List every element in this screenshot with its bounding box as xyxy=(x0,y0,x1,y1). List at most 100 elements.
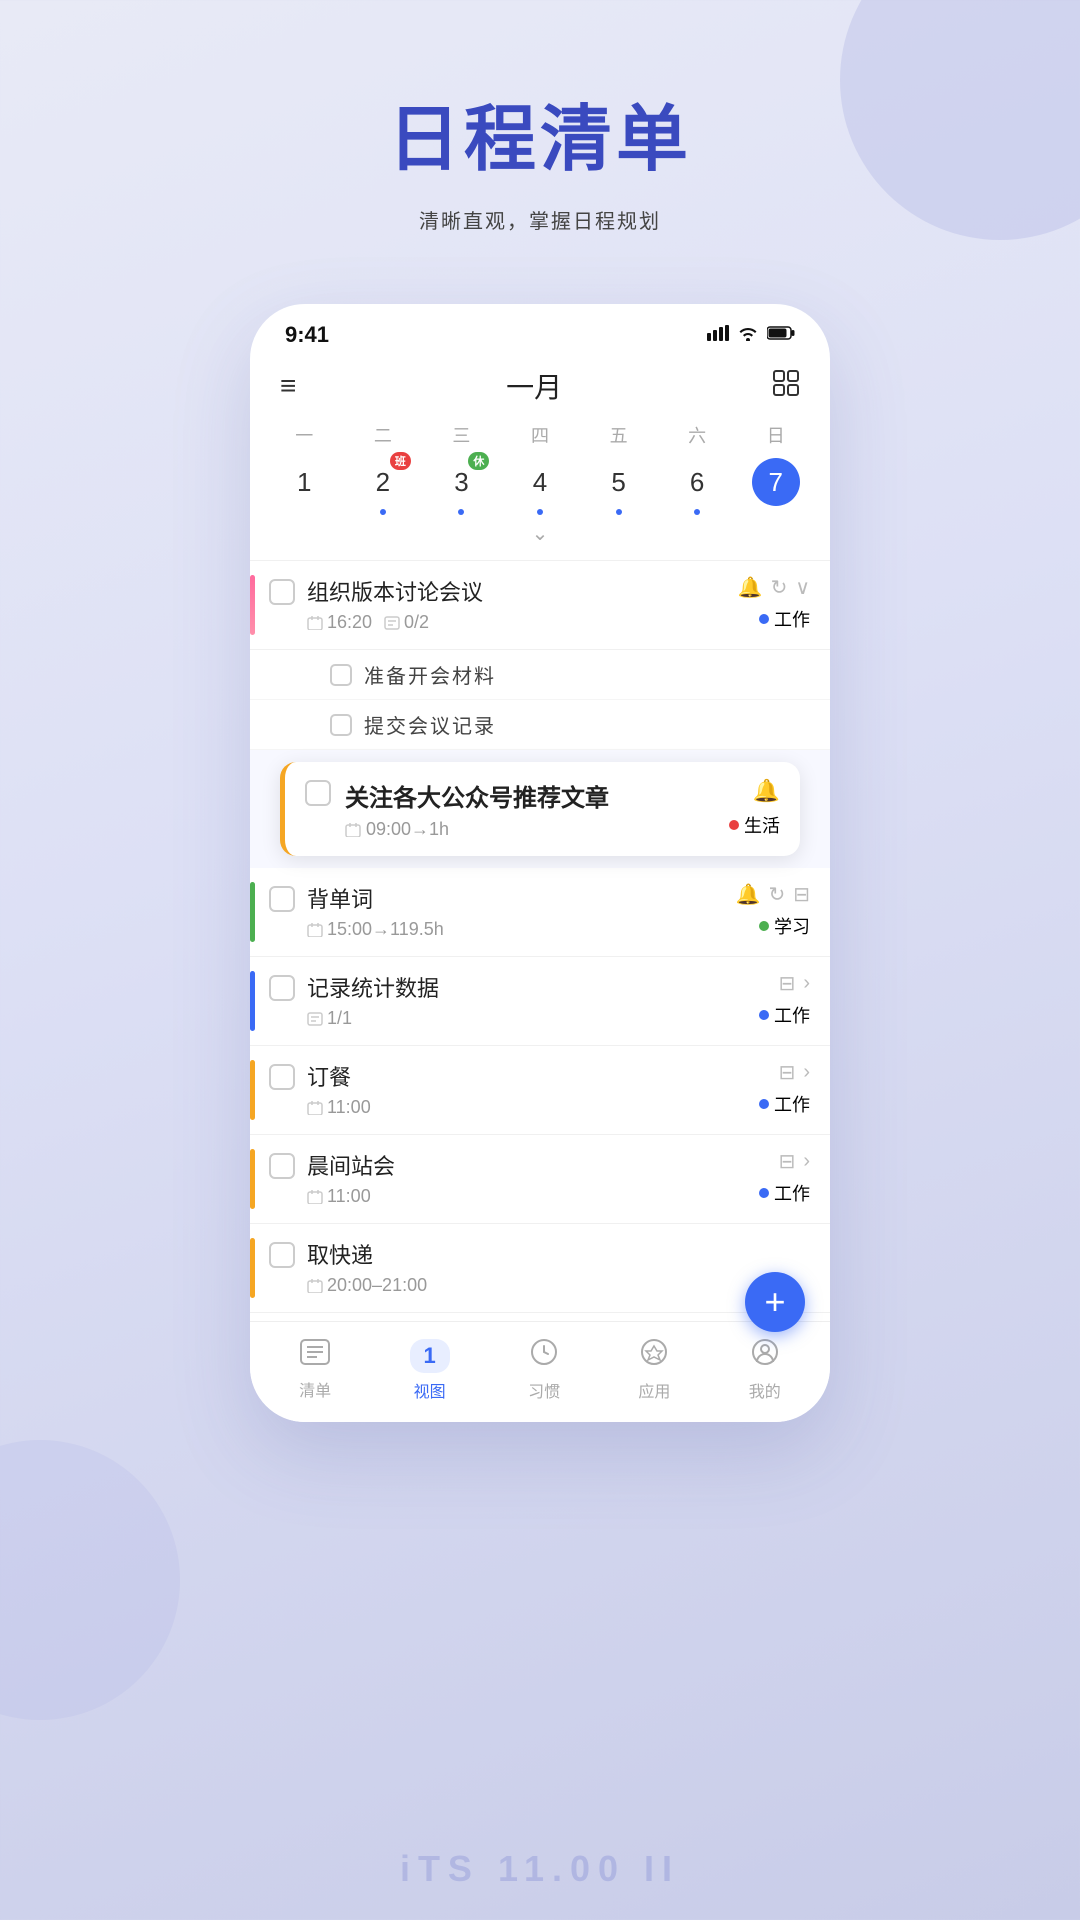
task-bar-6 xyxy=(250,1149,255,1209)
task-checkbox-7[interactable] xyxy=(269,1242,295,1268)
tab-app-label: 应用 xyxy=(638,1378,670,1402)
tab-app-icon xyxy=(640,1338,668,1373)
date-5[interactable]: 5 xyxy=(579,458,658,515)
highlight-card-wrapper: 关注各大公众号推荐文章 09:00→1h 🔔 生活 xyxy=(250,750,830,868)
tag-dot-3 xyxy=(759,921,769,931)
week-day-wed: 三 xyxy=(422,418,501,452)
nav-month: 一月 xyxy=(506,366,562,406)
task-time-5: 11:00 xyxy=(307,1097,371,1118)
sub-task-title-1-1: 准备开会材料 xyxy=(364,660,496,689)
task-grid-icon-5[interactable]: ⊟ xyxy=(779,1060,796,1085)
task-content-4: 记录统计数据 1/1 xyxy=(307,971,720,1029)
task-right-6: ⊟ › 工作 xyxy=(720,1149,810,1206)
highlight-checkbox[interactable] xyxy=(305,780,331,806)
task-meta-1: 16:20 0/2 xyxy=(307,612,720,633)
task-item-7[interactable]: 取快递 20:00–21:00 xyxy=(250,1224,830,1313)
fab-button[interactable]: + xyxy=(745,1272,805,1332)
tab-view[interactable]: 1 视图 xyxy=(410,1339,450,1402)
date-4[interactable]: 4 xyxy=(501,458,580,515)
week-header: 一 二 三 四 五 六 日 xyxy=(250,418,830,452)
task-time-7: 20:00–21:00 xyxy=(307,1275,427,1296)
task-title-6: 晨间站会 xyxy=(307,1149,720,1181)
task-checkbox-6[interactable] xyxy=(269,1153,295,1179)
date-2[interactable]: 2班 xyxy=(344,458,423,515)
task-checkbox-5[interactable] xyxy=(269,1064,295,1090)
task-item-3[interactable]: 背单词 15:00→119.5h 🔔 ↻ ⊟ xyxy=(250,868,830,957)
week-day-sat: 六 xyxy=(658,418,737,452)
task-checkbox-3[interactable] xyxy=(269,886,295,912)
status-bar: 9:41 xyxy=(250,304,830,358)
task-item-5[interactable]: 订餐 11:00 ⊟ › 工作 xyxy=(250,1046,830,1135)
bg-decoration-bottom xyxy=(0,1440,180,1720)
task-bar-7 xyxy=(250,1238,255,1298)
task-content-5: 订餐 11:00 xyxy=(307,1060,720,1118)
task-title-1: 组织版本讨论会议 xyxy=(307,575,720,607)
tab-app[interactable]: 应用 xyxy=(638,1338,670,1402)
tag-dot-4 xyxy=(759,1010,769,1020)
task-bar-3 xyxy=(250,882,255,942)
task-grid-icon-3[interactable]: ⊟ xyxy=(793,882,810,907)
week-day-sun: 日 xyxy=(736,418,815,452)
task-alarm-icon-1[interactable]: 🔔 xyxy=(738,575,763,600)
sub-checkbox-1-2[interactable] xyxy=(330,714,352,736)
task-time-3: 15:00→119.5h xyxy=(307,919,444,940)
task-alarm-icon-3[interactable]: 🔔 xyxy=(736,882,761,907)
highlight-meta: 09:00→1h xyxy=(345,819,729,840)
date-7[interactable]: 7 xyxy=(736,458,815,515)
status-time: 9:41 xyxy=(285,322,329,348)
tab-me[interactable]: 我的 xyxy=(749,1338,781,1402)
highlight-tag-dot xyxy=(729,820,739,830)
task-repeat-icon-3[interactable]: ↻ xyxy=(768,882,785,907)
task-content-1: 组织版本讨论会议 16:20 0/2 xyxy=(307,575,720,633)
nav-grid-icon[interactable] xyxy=(772,369,800,404)
tab-me-icon xyxy=(751,1338,779,1373)
task-expand-icon-1[interactable]: ∨ xyxy=(795,575,810,600)
week-day-mon: 一 xyxy=(265,418,344,452)
tab-view-label: 视图 xyxy=(414,1378,446,1402)
task-title-7: 取快递 xyxy=(307,1238,810,1270)
dates-row: 1 2班 3休 4 5 6 xyxy=(250,458,830,515)
date-6[interactable]: 6 xyxy=(658,458,737,515)
highlight-right: 🔔 生活 xyxy=(729,778,780,838)
tab-habit[interactable]: 习惯 xyxy=(528,1338,560,1402)
tag-dot-1 xyxy=(759,614,769,624)
task-title-5: 订餐 xyxy=(307,1060,720,1092)
menu-icon[interactable]: ≡ xyxy=(280,370,296,402)
task-title-4: 记录统计数据 xyxy=(307,971,720,1003)
battery-icon xyxy=(767,326,795,345)
date-3[interactable]: 3休 xyxy=(422,458,501,515)
task-item-6[interactable]: 晨间站会 11:00 ⊟ › 工作 xyxy=(250,1135,830,1224)
task-content-3: 背单词 15:00→119.5h xyxy=(307,882,720,940)
tab-list[interactable]: 清单 xyxy=(299,1339,331,1401)
sub-task-title-1-2: 提交会议记录 xyxy=(364,710,496,739)
expand-calendar-icon[interactable]: ⌄ xyxy=(250,519,830,554)
task-grid-icon-6[interactable]: ⊟ xyxy=(779,1149,796,1174)
task-subtask-1: 0/2 xyxy=(384,612,429,633)
highlight-bell-icon[interactable]: 🔔 xyxy=(753,778,780,804)
tab-habit-icon xyxy=(530,1338,558,1373)
task-chevron-icon-6[interactable]: › xyxy=(803,1150,810,1173)
task-item-4[interactable]: 记录统计数据 1/1 ⊟ › 工作 xyxy=(250,957,830,1046)
status-icons xyxy=(707,325,795,346)
tab-habit-label: 习惯 xyxy=(528,1378,560,1402)
task-bar-4 xyxy=(250,971,255,1031)
task-tag-3: 学习 xyxy=(759,913,810,939)
sub-checkbox-1-1[interactable] xyxy=(330,664,352,686)
task-tag-5: 工作 xyxy=(759,1091,810,1117)
task-tag-6: 工作 xyxy=(759,1180,810,1206)
task-item-1[interactable]: 组织版本讨论会议 16:20 0/2 🔔 xyxy=(250,561,830,650)
highlight-card[interactable]: 关注各大公众号推荐文章 09:00→1h 🔔 生活 xyxy=(280,762,800,856)
task-chevron-icon-5[interactable]: › xyxy=(803,1061,810,1084)
task-checkbox-1[interactable] xyxy=(269,579,295,605)
task-grid-icon-4[interactable]: ⊟ xyxy=(779,971,796,996)
date-1[interactable]: 1 xyxy=(265,458,344,515)
task-meta-4: 1/1 xyxy=(307,1008,720,1029)
week-day-tue: 二 xyxy=(344,418,423,452)
task-bar-5 xyxy=(250,1060,255,1120)
sub-task-1-2: 提交会议记录 xyxy=(250,700,830,750)
wifi-icon xyxy=(737,325,759,346)
task-chevron-icon-4[interactable]: › xyxy=(803,972,810,995)
task-checkbox-4[interactable] xyxy=(269,975,295,1001)
task-right-3: 🔔 ↻ ⊟ 学习 xyxy=(720,882,810,939)
task-repeat-icon-1[interactable]: ↻ xyxy=(771,575,788,600)
